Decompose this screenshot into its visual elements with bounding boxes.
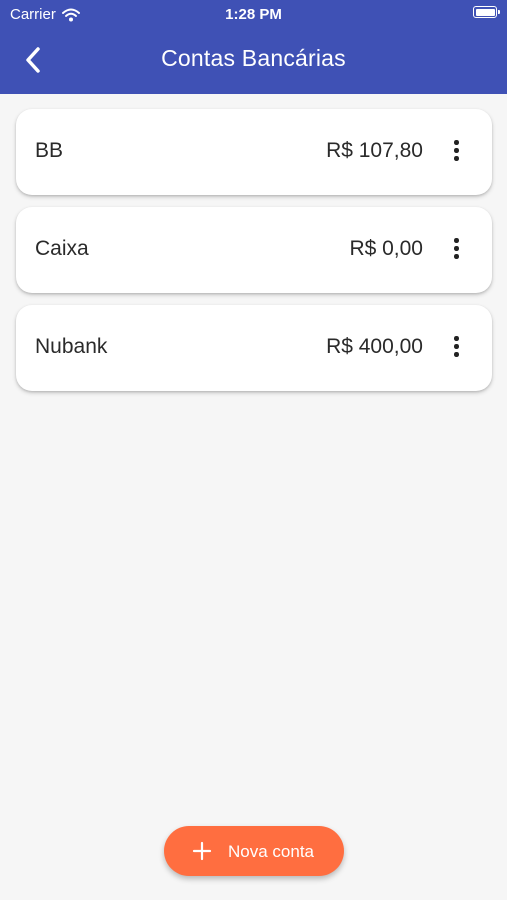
more-vert-icon[interactable] bbox=[446, 236, 466, 264]
new-account-button[interactable]: Nova conta bbox=[164, 826, 344, 876]
app-bar: Carrier 1:28 PM Contas Bancárias bbox=[0, 0, 507, 94]
account-name: Nubank bbox=[35, 335, 108, 358]
account-card-caixa[interactable]: Caixa R$ 0,00 bbox=[16, 207, 492, 293]
status-bar: Carrier 1:28 PM bbox=[0, 0, 507, 28]
navigation-bar: Contas Bancárias bbox=[0, 28, 507, 94]
battery-icon bbox=[473, 6, 500, 18]
account-balance: R$ 400,00 bbox=[326, 335, 423, 358]
more-vert-icon[interactable] bbox=[446, 138, 466, 166]
new-account-label: Nova conta bbox=[228, 842, 314, 861]
account-name: BB bbox=[35, 139, 64, 162]
more-vert-icon[interactable] bbox=[446, 334, 466, 362]
page-title: Contas Bancárias bbox=[161, 45, 346, 71]
account-name: Caixa bbox=[35, 237, 89, 260]
plus-icon bbox=[192, 841, 212, 861]
account-balance: R$ 107,80 bbox=[326, 139, 423, 162]
account-list: BB R$ 107,80 Caixa R$ 0,00 Nubank R$ 400… bbox=[16, 109, 492, 403]
status-time: 1:28 PM bbox=[225, 6, 282, 23]
account-card-nubank[interactable]: Nubank R$ 400,00 bbox=[16, 305, 492, 391]
account-card-bb[interactable]: BB R$ 107,80 bbox=[16, 109, 492, 195]
account-balance: R$ 0,00 bbox=[349, 237, 423, 260]
